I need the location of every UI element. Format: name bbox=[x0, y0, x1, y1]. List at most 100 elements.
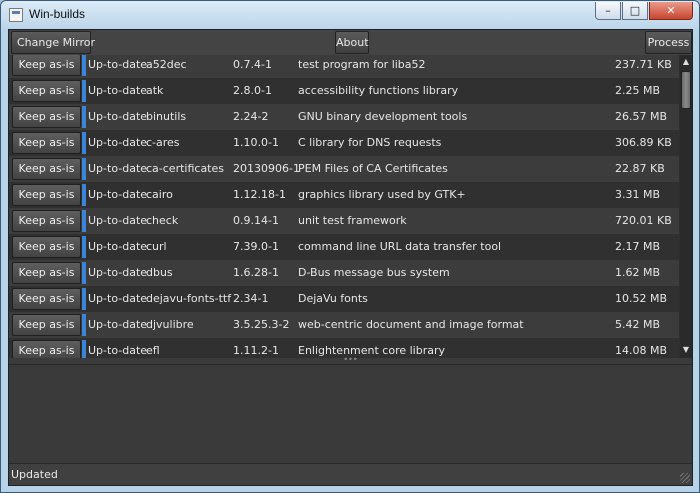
status-cell: Up-to-date bbox=[88, 318, 148, 331]
window-controls: – □ ✕ bbox=[595, 2, 693, 20]
table-row[interactable]: Keep as-is Up-to-date check 0.9.14-1 unit te… bbox=[9, 208, 679, 234]
size-cell: 26.57 MB bbox=[615, 110, 668, 123]
name-cell: dejavu-fonts-ttf bbox=[146, 292, 232, 305]
status-cell: Up-to-date bbox=[88, 266, 148, 279]
selection-indicator bbox=[82, 184, 86, 206]
description-cell: DejaVu fonts bbox=[298, 292, 368, 305]
status-cell: Up-to-date bbox=[88, 188, 148, 201]
app-icon bbox=[9, 8, 23, 22]
name-cell: check bbox=[146, 214, 179, 227]
table-row[interactable]: Keep as-is Up-to-date binutils 2.24-2 GNU bi… bbox=[9, 104, 679, 130]
toolbar: Change Mirror About Process bbox=[9, 30, 692, 55]
size-cell: 720.01 KB bbox=[615, 214, 672, 227]
keep-as-is-button[interactable]: Keep as-is bbox=[12, 106, 81, 128]
table-row[interactable]: Keep as-is Up-to-date djvulibre 3.5.25.3-2 w… bbox=[9, 312, 679, 338]
version-cell: 3.5.25.3-2 bbox=[233, 318, 290, 331]
description-cell: graphics library used by GTK+ bbox=[298, 188, 466, 201]
name-cell: ca-certificates bbox=[146, 162, 224, 175]
version-cell: 20130906-1 bbox=[233, 162, 300, 175]
client-area: Change Mirror About Process Keep as-is Up… bbox=[8, 29, 693, 486]
change-mirror-button[interactable]: Change Mirror bbox=[11, 31, 95, 54]
table-row[interactable]: Keep as-is Up-to-date dejavu-fonts-ttf 2.34… bbox=[9, 286, 679, 312]
version-cell: 1.11.2-1 bbox=[233, 344, 279, 357]
selection-indicator bbox=[82, 236, 86, 258]
description-cell: PEM Files of CA Certificates bbox=[298, 162, 448, 175]
selection-indicator bbox=[82, 158, 86, 180]
name-cell: atk bbox=[146, 84, 164, 97]
status-cell: Up-to-date bbox=[88, 58, 148, 71]
title-bar[interactable]: Win-builds – □ ✕ bbox=[1, 1, 699, 29]
version-cell: 7.39.0-1 bbox=[233, 240, 279, 253]
version-cell: 0.9.14-1 bbox=[233, 214, 279, 227]
keep-as-is-button[interactable]: Keep as-is bbox=[12, 340, 81, 358]
table-row[interactable]: Keep as-is Up-to-date c-ares 1.10.0-1 C libr… bbox=[9, 130, 679, 156]
status-cell: Up-to-date bbox=[88, 84, 148, 97]
keep-as-is-button[interactable]: Keep as-is bbox=[12, 314, 81, 336]
name-cell: djvulibre bbox=[146, 318, 194, 331]
name-cell: cairo bbox=[146, 188, 173, 201]
name-cell: dbus bbox=[146, 266, 173, 279]
process-button[interactable]: Process bbox=[645, 31, 692, 54]
status-cell: Up-to-date bbox=[88, 240, 148, 253]
status-cell: Up-to-date bbox=[88, 110, 148, 123]
about-button[interactable]: About bbox=[335, 31, 369, 54]
app-window: Win-builds – □ ✕ Change Mirror About Pro… bbox=[0, 0, 700, 493]
keep-as-is-button[interactable]: Keep as-is bbox=[12, 55, 81, 76]
keep-as-is-button[interactable]: Keep as-is bbox=[12, 210, 81, 232]
details-pane bbox=[9, 364, 692, 463]
table-row[interactable]: Keep as-is Up-to-date dbus 1.6.28-1 D-Bus me… bbox=[9, 260, 679, 286]
selection-indicator bbox=[82, 314, 86, 336]
keep-as-is-button[interactable]: Keep as-is bbox=[12, 262, 81, 284]
size-cell: 1.62 MB bbox=[615, 266, 661, 279]
description-cell: GNU binary development tools bbox=[298, 110, 468, 123]
close-button[interactable]: ✕ bbox=[649, 2, 693, 20]
version-cell: 0.7.4-1 bbox=[233, 58, 272, 71]
table-row[interactable]: Keep as-is Up-to-date ca-certificates 20130… bbox=[9, 156, 679, 182]
keep-as-is-button[interactable]: Keep as-is bbox=[12, 80, 81, 102]
description-cell: web-centric document and image format bbox=[298, 318, 524, 331]
vertical-scrollbar[interactable]: ▲ ▼ bbox=[680, 55, 692, 358]
keep-as-is-button[interactable]: Keep as-is bbox=[12, 158, 81, 180]
scroll-down-icon[interactable]: ▼ bbox=[680, 343, 692, 357]
description-cell: D-Bus message bus system bbox=[298, 266, 450, 279]
package-list[interactable]: Keep as-is Up-to-date a52dec 0.7.4-1 test pr… bbox=[9, 55, 692, 358]
selection-indicator bbox=[82, 80, 86, 102]
version-cell: 2.34-1 bbox=[233, 292, 269, 305]
size-cell: 14.08 MB bbox=[615, 344, 668, 357]
minimize-button[interactable]: – bbox=[595, 2, 621, 20]
description-cell: accessibility functions library bbox=[298, 84, 459, 97]
table-row[interactable]: Keep as-is Up-to-date atk 2.8.0-1 accessibil… bbox=[9, 78, 679, 104]
table-row[interactable]: Keep as-is Up-to-date curl 7.39.0-1 command … bbox=[9, 234, 679, 260]
size-cell: 2.25 MB bbox=[615, 84, 661, 97]
size-cell: 2.17 MB bbox=[615, 240, 661, 253]
description-cell: command line URL data transfer tool bbox=[298, 240, 502, 253]
name-cell: curl bbox=[146, 240, 167, 253]
version-cell: 1.10.0-1 bbox=[233, 136, 279, 149]
name-cell: binutils bbox=[146, 110, 187, 123]
status-cell: Up-to-date bbox=[88, 136, 148, 149]
table-row[interactable]: Keep as-is Up-to-date a52dec 0.7.4-1 test pr… bbox=[9, 55, 679, 78]
maximize-button[interactable]: □ bbox=[622, 2, 648, 20]
size-cell: 10.52 MB bbox=[615, 292, 668, 305]
size-cell: 3.31 MB bbox=[615, 188, 661, 201]
table-row[interactable]: Keep as-is Up-to-date cairo 1.12.18-1 graphi… bbox=[9, 182, 679, 208]
status-cell: Up-to-date bbox=[88, 162, 148, 175]
size-cell: 306.89 KB bbox=[615, 136, 672, 149]
keep-as-is-button[interactable]: Keep as-is bbox=[12, 288, 81, 310]
scroll-up-icon[interactable]: ▲ bbox=[680, 55, 692, 69]
keep-as-is-button[interactable]: Keep as-is bbox=[12, 132, 81, 154]
version-cell: 2.24-2 bbox=[233, 110, 269, 123]
name-cell: c-ares bbox=[146, 136, 180, 149]
description-cell: unit test framework bbox=[298, 214, 407, 227]
resize-grip-icon[interactable] bbox=[680, 473, 690, 483]
status-text: Updated bbox=[11, 468, 58, 481]
description-cell: Enlightenment core library bbox=[298, 344, 446, 357]
keep-as-is-button[interactable]: Keep as-is bbox=[12, 184, 81, 206]
size-cell: 22.87 KB bbox=[615, 162, 665, 175]
window-title: Win-builds bbox=[29, 7, 86, 21]
selection-indicator bbox=[82, 132, 86, 154]
scroll-thumb[interactable] bbox=[681, 71, 691, 109]
selection-indicator bbox=[82, 55, 86, 76]
keep-as-is-button[interactable]: Keep as-is bbox=[12, 236, 81, 258]
selection-indicator bbox=[82, 106, 86, 128]
